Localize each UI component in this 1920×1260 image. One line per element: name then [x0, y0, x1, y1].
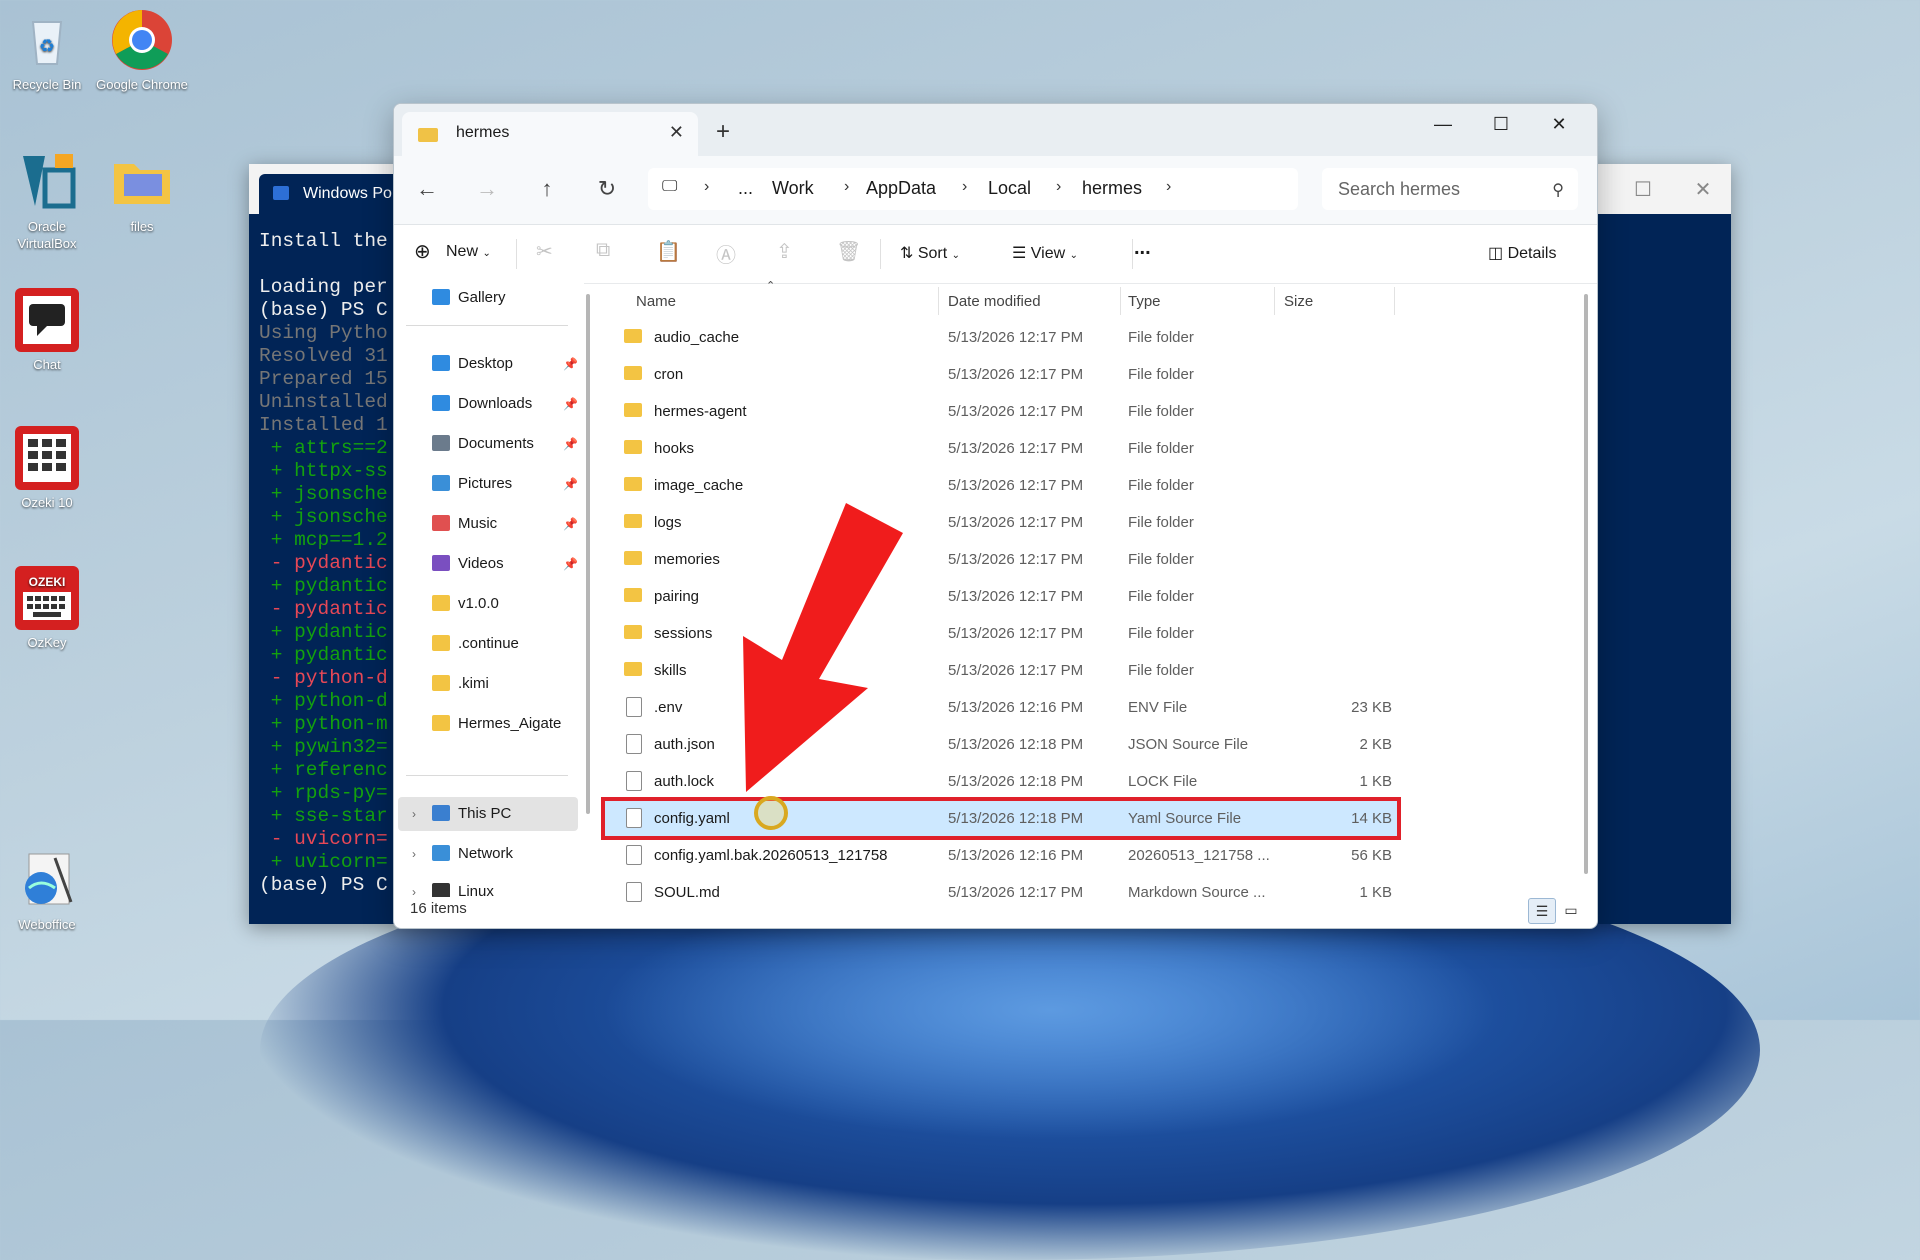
cursor-highlight-icon — [754, 796, 788, 830]
red-arrow-annotation — [743, 503, 903, 792]
